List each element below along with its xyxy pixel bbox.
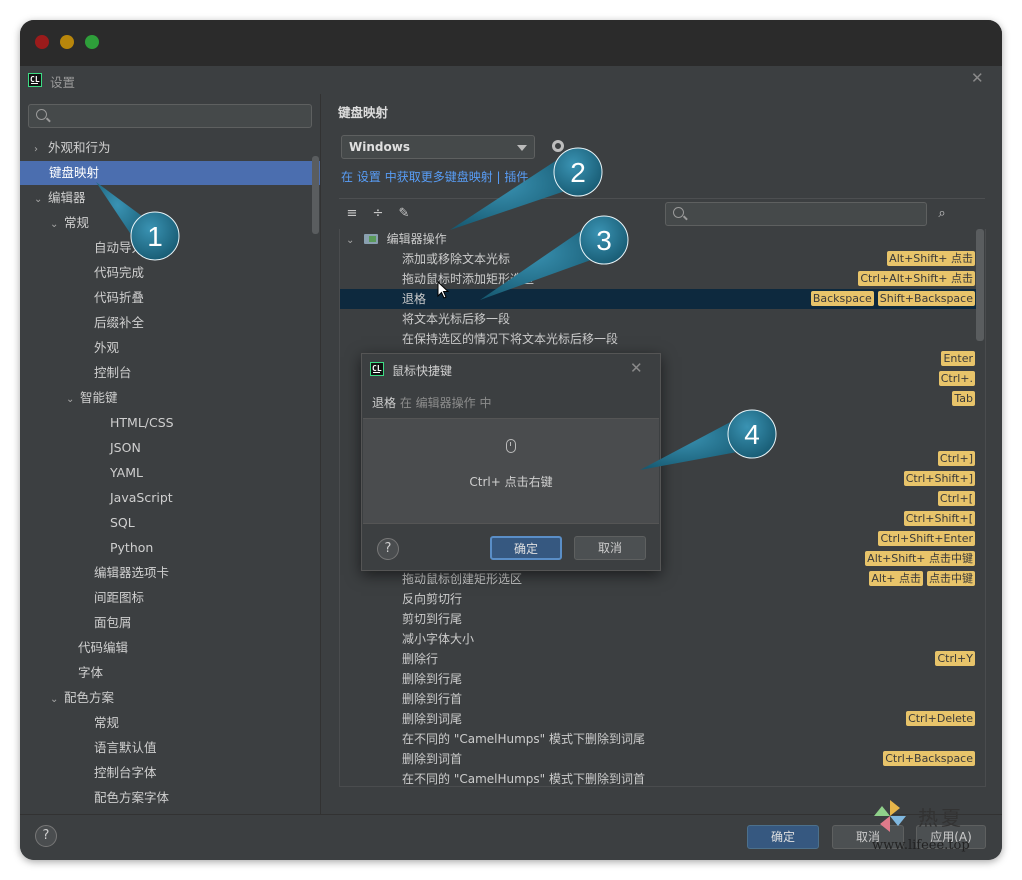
watermark: 热夏 www.lifeee.top (862, 798, 992, 860)
callout-2-label: 2 (570, 157, 586, 188)
callout-1 (96, 182, 180, 261)
annotation-layer: 1 2 3 4 (96, 147, 777, 470)
callout-1-label: 1 (147, 221, 163, 252)
watermark-url: www.lifeee.top (872, 838, 970, 853)
callout-4-label: 4 (744, 419, 760, 450)
watermark-text: 热夏 (918, 806, 964, 830)
callout-3-label: 3 (596, 225, 612, 256)
pinwheel-icon (874, 800, 906, 832)
